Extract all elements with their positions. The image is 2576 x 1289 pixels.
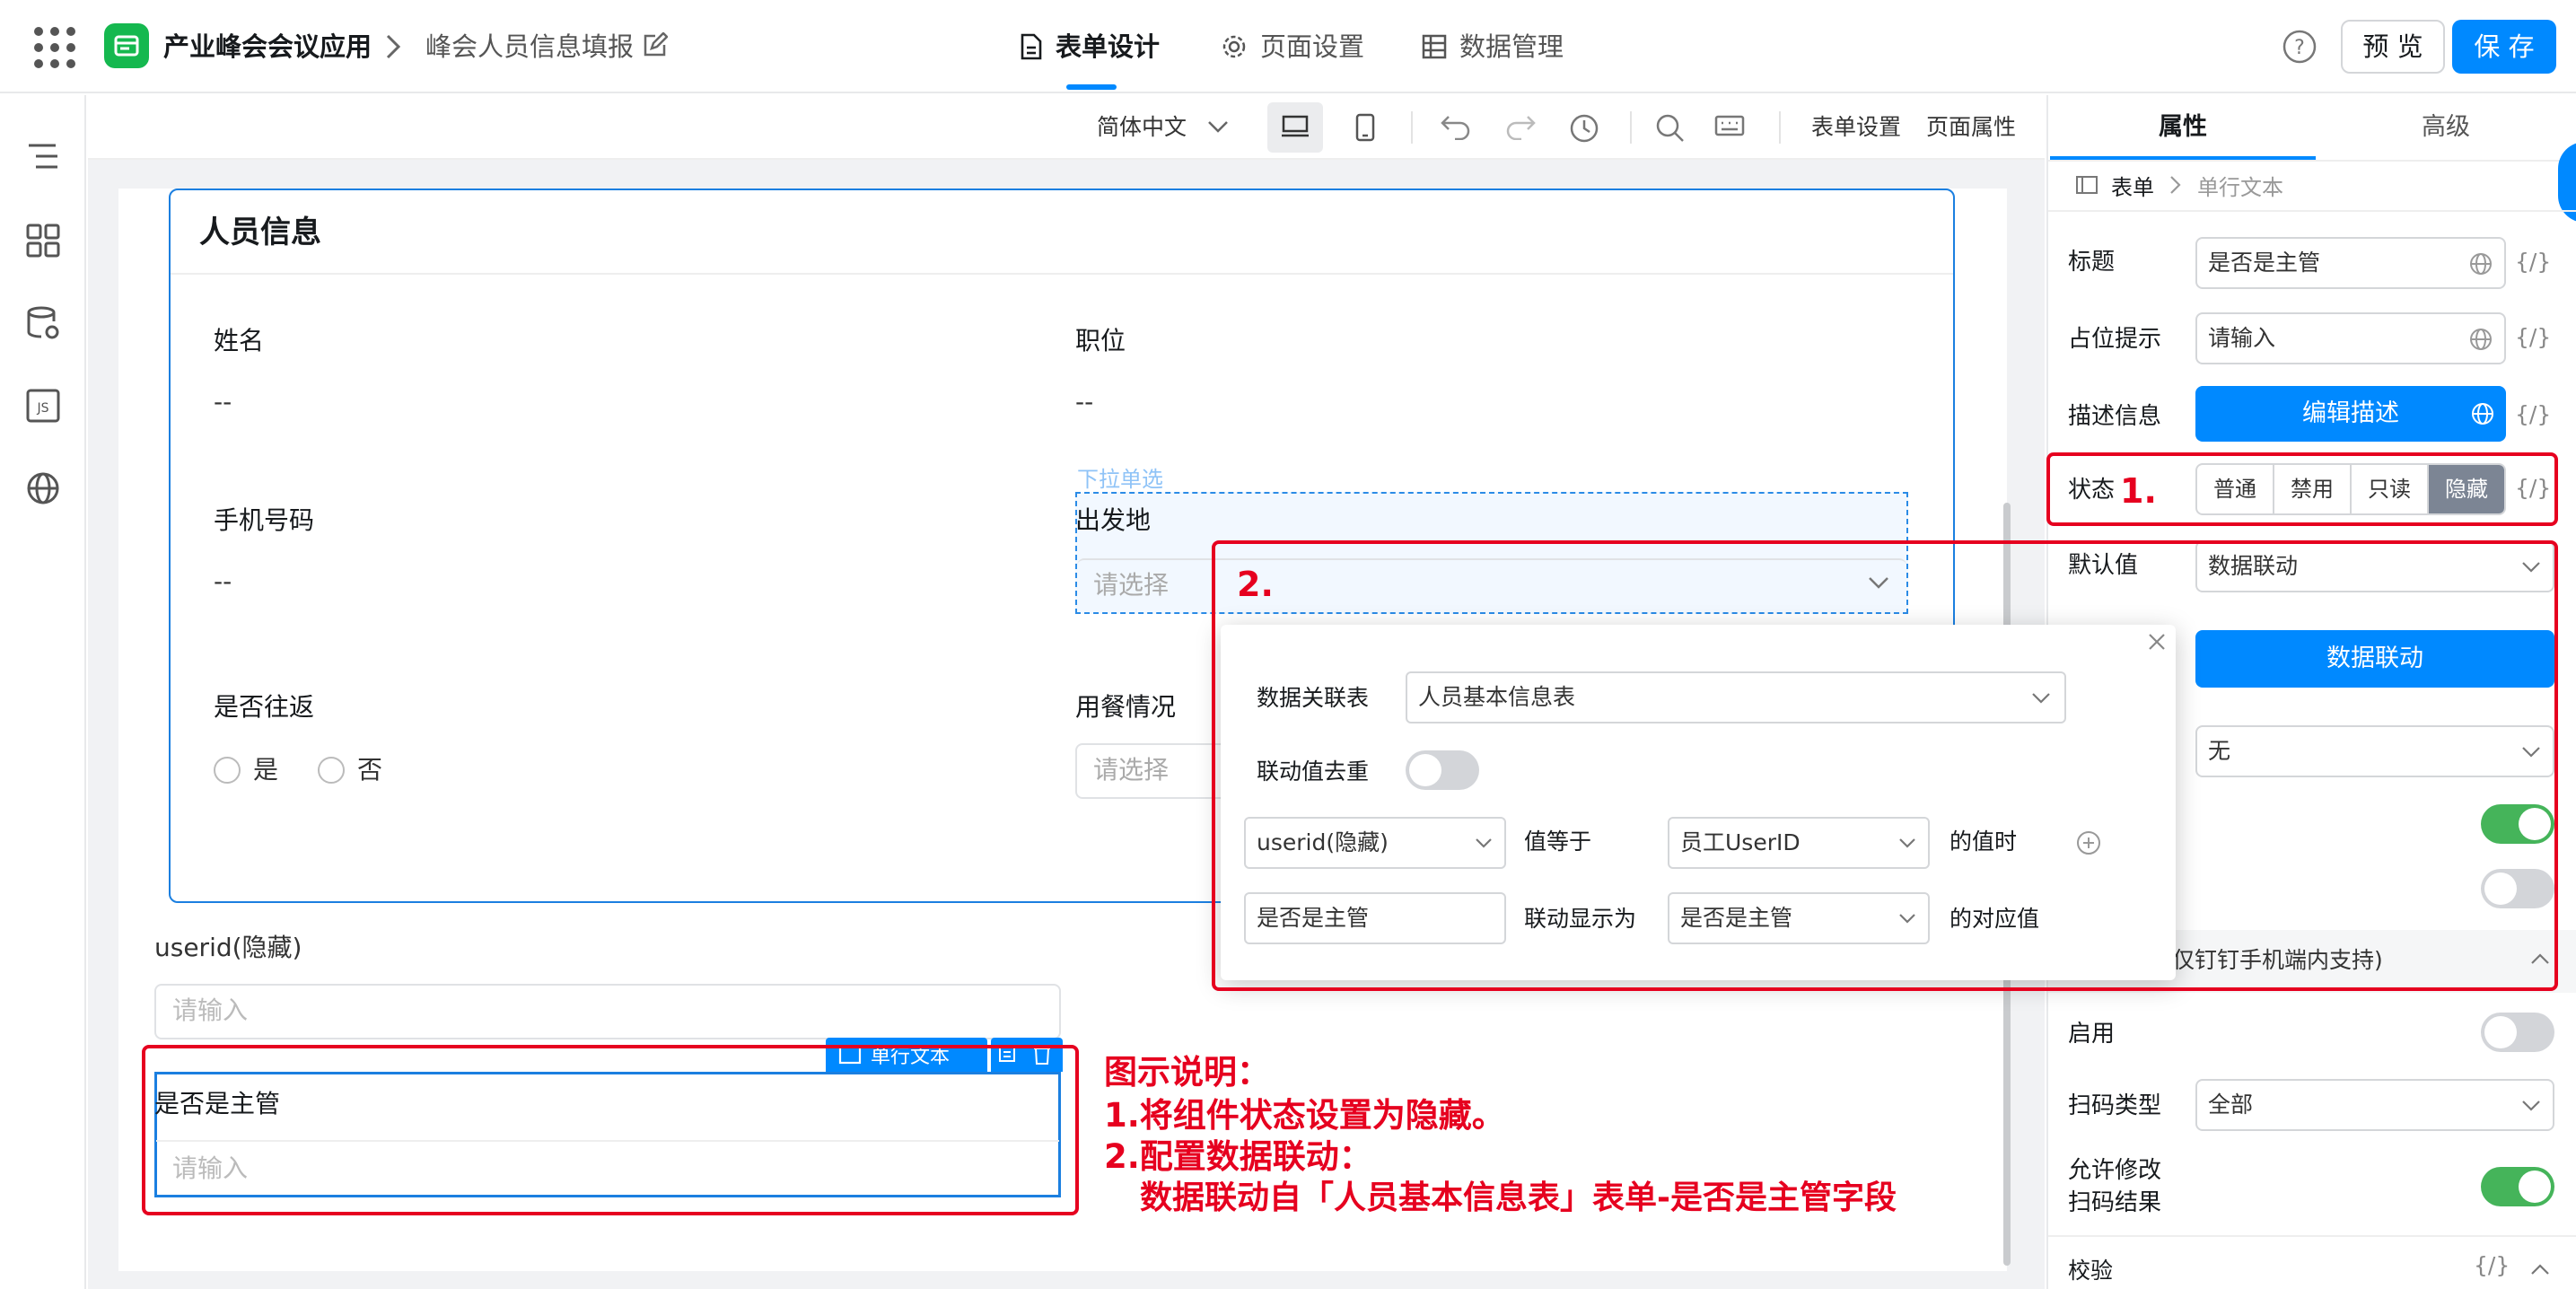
placeholder-input[interactable]: 请输入	[2195, 312, 2506, 364]
chevron-down-icon	[2522, 1100, 2540, 1111]
chevron-right-icon	[2170, 176, 2181, 194]
search-icon[interactable]	[1655, 113, 1686, 144]
prop-label-scan-type: 扫码类型	[2068, 1092, 2162, 1119]
table-icon	[1422, 34, 1447, 59]
formula-button[interactable]: {/}	[2515, 320, 2551, 355]
annotation-marker-1: 1.	[2120, 471, 2157, 511]
js-code-icon[interactable]: JS	[25, 388, 61, 424]
desktop-icon	[1282, 115, 1309, 137]
formula-button[interactable]: {/}	[2515, 244, 2551, 280]
toolbar-divider	[1411, 111, 1413, 144]
radio-option-yes[interactable]: 是	[214, 752, 278, 788]
globe-icon	[2472, 403, 2493, 425]
validation-section-title: 校验	[2068, 1258, 2114, 1284]
keyboard-icon[interactable]	[1714, 113, 1745, 138]
preview-button[interactable]: 预 览	[2341, 20, 2445, 74]
divider	[2048, 1235, 2576, 1237]
globe-icon	[2470, 253, 2492, 275]
canvas-toolbar	[88, 95, 2045, 160]
divider	[2048, 160, 2576, 162]
globe-icon[interactable]	[25, 470, 61, 506]
data-source-icon[interactable]	[25, 305, 61, 341]
toolbar-divider	[1779, 111, 1781, 144]
prop-label-allow-edit-2: 扫码结果	[2068, 1189, 2162, 1216]
desktop-view-button[interactable]	[1267, 102, 1323, 153]
outline-tree-icon[interactable]	[25, 138, 61, 174]
undo-icon[interactable]	[1440, 113, 1472, 140]
annotation-box-linkage	[1212, 540, 2558, 991]
allow-edit-toggle[interactable]	[2481, 1167, 2554, 1206]
divider	[2048, 210, 2576, 212]
page-properties-link[interactable]: 页面属性	[1926, 95, 2016, 160]
gear-icon	[1221, 33, 1248, 60]
radio-circle[interactable]	[318, 757, 345, 784]
edit-description-button[interactable]: 编辑描述	[2195, 386, 2506, 442]
app-logo-icon	[104, 23, 149, 68]
props-breadcrumb: 表单 单行文本	[2075, 167, 2283, 203]
field-label-name: 姓名	[214, 326, 265, 355]
components-grid-icon[interactable]	[25, 223, 61, 259]
mobile-view-icon[interactable]	[1355, 113, 1375, 142]
radio-circle[interactable]	[214, 757, 241, 784]
annotation-marker-2: 2.	[1237, 565, 1274, 604]
annotation-line-3: 数据联动自「人员基本信息表」表单-是否是主管字段	[1140, 1179, 1897, 1216]
history-clock-icon[interactable]	[1569, 113, 1599, 144]
tab-data-management[interactable]: 数据管理	[1422, 27, 1564, 66]
prop-label-description: 描述信息	[2068, 403, 2162, 430]
tab-properties[interactable]: 属性	[2050, 95, 2316, 160]
enable-toggle[interactable]	[2481, 1013, 2554, 1052]
chevron-down-icon[interactable]	[1206, 118, 1230, 135]
userid-input[interactable]: 请输入	[154, 984, 1061, 1039]
field-value-phone: --	[214, 566, 232, 596]
chevron-right-icon	[381, 31, 406, 63]
field-label-meal: 用餐情况	[1075, 692, 1177, 722]
field-label-userid: userid(隐藏)	[154, 933, 302, 962]
formula-button[interactable]: {/}	[2474, 1248, 2510, 1284]
prop-label-enable: 启用	[2068, 1021, 2116, 1048]
breadcrumb-app[interactable]: 产业峰会会议应用	[163, 27, 372, 66]
group-divider	[171, 273, 1953, 275]
apps-grid-icon[interactable]	[34, 27, 75, 68]
help-icon[interactable]: ?	[2282, 29, 2318, 65]
field-label-roundtrip: 是否往返	[214, 692, 315, 722]
field-label-position: 职位	[1075, 326, 1126, 355]
svg-text:JS: JS	[36, 401, 48, 416]
document-icon	[1020, 33, 1043, 60]
globe-icon	[2470, 329, 2492, 350]
tab-page-settings[interactable]: 页面设置	[1221, 27, 1364, 66]
annotation-line-2: 2.配置数据联动：	[1104, 1137, 1372, 1176]
annotation-box-field	[142, 1045, 1079, 1215]
svg-text:?: ?	[2294, 37, 2305, 59]
chevron-up-icon[interactable]	[2529, 1262, 2551, 1276]
redo-icon[interactable]	[1504, 113, 1537, 140]
save-button[interactable]: 保 存	[2452, 20, 2556, 74]
title-input[interactable]: 是否是主管	[2195, 237, 2506, 289]
prop-label-allow-edit: 允许修改	[2068, 1157, 2162, 1184]
toolbar-divider	[1630, 111, 1632, 144]
component-type-hint: 下拉单选	[1077, 467, 1163, 492]
edit-icon[interactable]	[641, 32, 668, 59]
form-icon	[2076, 176, 2098, 194]
annotation-line-1: 1.将组件状态设置为隐藏。	[1104, 1096, 1505, 1135]
prop-label-placeholder: 占位提示	[2068, 326, 2162, 353]
field-label-phone: 手机号码	[214, 505, 315, 535]
breadcrumb-form[interactable]: 峰会人员信息填报	[425, 27, 634, 66]
field-value-position: --	[1075, 387, 1094, 417]
left-sidebar	[0, 95, 86, 1289]
tab-form-design[interactable]: 表单设计	[1020, 27, 1160, 66]
radio-option-no[interactable]: 否	[318, 752, 382, 788]
field-label-departure: 出发地	[1075, 505, 1152, 535]
annotation-title: 图示说明：	[1104, 1053, 1270, 1092]
group-title: 人员信息	[199, 215, 321, 250]
formula-button[interactable]: {/}	[2515, 397, 2551, 433]
field-value-name: --	[214, 387, 232, 417]
active-tab-indicator	[1066, 84, 1117, 90]
language-select[interactable]: 简体中文	[1097, 95, 1187, 160]
tab-advanced[interactable]: 高级	[2316, 95, 2576, 160]
prop-label-title: 标题	[2068, 249, 2116, 276]
form-settings-link[interactable]: 表单设置	[1811, 95, 1901, 160]
scan-type-select[interactable]: 全部	[2195, 1079, 2554, 1131]
